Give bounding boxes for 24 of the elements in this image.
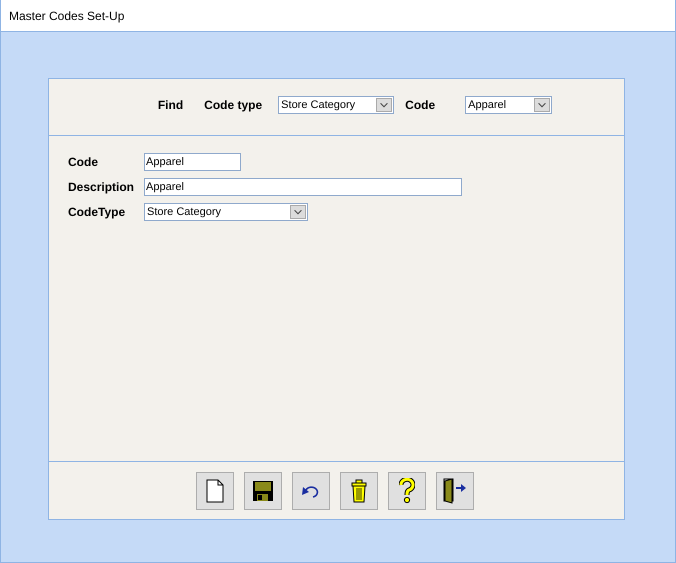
undo-arrow-icon	[300, 484, 320, 498]
exit-door-icon	[442, 478, 466, 504]
undo-button[interactable]	[292, 472, 330, 510]
new-button[interactable]	[196, 472, 234, 510]
help-button[interactable]	[388, 472, 426, 510]
code-type-label: Code type	[204, 98, 262, 112]
exit-button[interactable]	[436, 472, 474, 510]
blank-page-icon	[206, 478, 224, 502]
trash-can-icon	[350, 478, 366, 502]
delete-button[interactable]	[340, 472, 378, 510]
input-field[interactable]: Apparel	[144, 178, 462, 196]
save-icon	[252, 480, 274, 502]
code-type-dropdown[interactable]: Store Category	[278, 96, 394, 114]
field-label: CodeType	[68, 205, 126, 219]
find-label: Find	[158, 98, 184, 112]
field-label: Description	[68, 180, 136, 194]
help-icon	[398, 478, 414, 504]
input-field[interactable]: Apparel	[144, 153, 241, 171]
code-label: Code	[405, 98, 436, 112]
field-label: Code	[68, 155, 99, 169]
window-title: Master Codes Set-Up	[9, 8, 124, 22]
code-dropdown[interactable]: Apparel	[465, 96, 552, 114]
code-type-dropdown[interactable]: Store Category	[144, 203, 308, 221]
save-button[interactable]	[244, 472, 282, 510]
